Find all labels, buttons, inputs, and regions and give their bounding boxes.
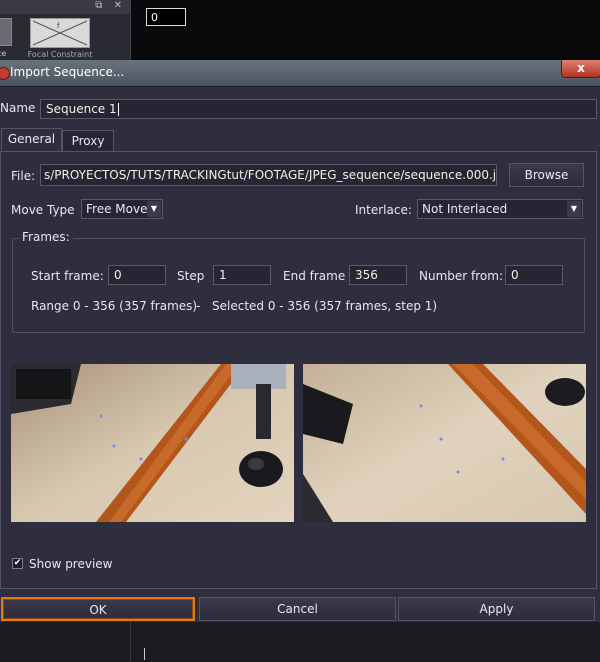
frame-selected-text: Selected 0 - 356 (357 frames, step 1) xyxy=(212,299,438,313)
ok-button[interactable]: OK xyxy=(1,597,195,621)
frames-legend: Frames: xyxy=(19,230,73,244)
cancel-button[interactable]: Cancel xyxy=(199,597,396,621)
preview-first-image xyxy=(11,364,294,522)
focal-constraint-icon: f xyxy=(32,20,88,46)
panel-divider xyxy=(130,622,131,662)
background-frame-field[interactable]: 0 xyxy=(146,8,186,26)
start-frame-label: Start frame: xyxy=(31,269,104,283)
app-icon xyxy=(0,67,10,80)
move-type-select[interactable]: Free Move ▼ xyxy=(81,199,163,219)
apply-button[interactable]: Apply xyxy=(398,597,595,621)
background-bottom-panel xyxy=(0,622,600,662)
frames-group: Frames: xyxy=(12,230,585,333)
import-sequence-dialog: Import Sequence... x Name Sequence 1 Gen… xyxy=(0,60,600,622)
file-path-input[interactable]: s/PROYECTOS/TUTS/TRACKINGtut/FOOTAGE/JPE… xyxy=(40,164,497,186)
panel-window-icons[interactable]: ⧉ ✕ xyxy=(95,0,126,11)
background-node-panel: ⧉ ✕ ce f Focal Constraint xyxy=(0,0,131,60)
tab-proxy[interactable]: Proxy xyxy=(62,130,114,151)
end-frame-label: End frame xyxy=(283,269,346,283)
text-cursor xyxy=(117,103,119,116)
chevron-down-icon: ▼ xyxy=(567,201,581,217)
file-label: File: xyxy=(11,169,36,183)
interlace-value: Not Interlaced xyxy=(422,202,508,216)
name-input-value: Sequence 1 xyxy=(46,102,117,116)
svg-text:f: f xyxy=(57,22,60,30)
preview-last-frame xyxy=(303,364,586,522)
preview-last-image xyxy=(303,364,586,522)
node-partial[interactable]: ce xyxy=(0,18,12,58)
node-partial-label: ce xyxy=(0,49,7,58)
node-focal-constraint-label: Focal Constraint xyxy=(27,50,93,59)
interlace-select[interactable]: Not Interlaced ▼ xyxy=(417,199,583,219)
move-type-value: Free Move xyxy=(86,202,148,216)
number-from-label: Number from: xyxy=(419,269,503,283)
dialog-title: Import Sequence... xyxy=(10,65,125,79)
show-preview-label: Show preview xyxy=(29,557,113,571)
browse-button[interactable]: Browse xyxy=(509,163,584,187)
name-label: Name xyxy=(0,101,36,115)
number-from-input[interactable]: 0 xyxy=(505,265,563,285)
show-preview-checkbox[interactable]: ✔ xyxy=(12,558,23,569)
chevron-down-icon: ▼ xyxy=(147,201,161,217)
timeline-cursor[interactable] xyxy=(144,648,145,660)
step-label: Step xyxy=(177,269,205,283)
background-panel-tabstrip: ⧉ ✕ xyxy=(0,0,130,14)
frame-range-text: Range 0 - 356 (357 frames) xyxy=(31,299,198,313)
move-type-label: Move Type xyxy=(11,203,75,217)
interlace-label: Interlace: xyxy=(355,203,412,217)
node-focal-constraint[interactable]: f Focal Constraint xyxy=(28,18,92,59)
start-frame-input[interactable]: 0 xyxy=(108,265,166,285)
preview-first-frame xyxy=(11,364,294,522)
step-input[interactable]: 1 xyxy=(213,265,271,285)
close-button[interactable]: x xyxy=(561,60,600,78)
end-frame-input[interactable]: 356 xyxy=(349,265,407,285)
dialog-titlebar[interactable]: Import Sequence... x xyxy=(0,60,600,87)
tab-general[interactable]: General xyxy=(1,128,62,151)
frame-range-separator: - xyxy=(196,299,201,313)
name-input[interactable]: Sequence 1 xyxy=(40,99,597,119)
